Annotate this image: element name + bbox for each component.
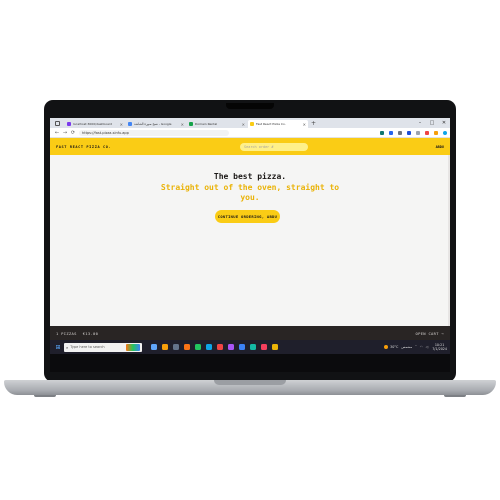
weather-text: مشمس [401,345,413,349]
browser-tab[interactable]: Domain Rental ✕ [187,120,247,128]
extensions-area [375,130,447,135]
laptop-screen: localhost:3000/dashboard ✕ نسخ صورة الشا… [50,118,450,372]
screen-bezel-bottom [50,354,450,372]
username: ABDU [435,144,444,149]
browser-tab[interactable]: localhost:3000/dashboard ✕ [65,120,125,128]
tab-label: نسخ صورة الشاشة - Google [134,122,172,126]
clock-date: 7/1/2024 [432,347,447,351]
task-view-icon[interactable] [151,344,157,350]
taskbar-app-icon[interactable] [228,344,234,350]
hero-subtitle: Straight out of the oven, straight to yo… [160,183,340,202]
url-input[interactable]: https://fast-pizza-sinfu.app [79,129,229,136]
extension-icon[interactable] [425,130,429,135]
search-highlight-icon [126,343,140,351]
tab-favicon-icon [250,122,254,126]
taskbar-app-icon[interactable] [184,344,190,350]
windows-start-icon[interactable]: ⊞ [53,344,63,351]
extension-icon[interactable] [434,130,438,135]
tab-close-icon[interactable]: ✕ [181,122,184,127]
tab-close-icon[interactable]: ✕ [120,122,123,127]
hero-title: The best pizza. [213,172,287,181]
laptop-foot [444,395,466,397]
search-placeholder: Search order # [244,144,274,149]
tab-label: localhost:3000/dashboard [73,122,112,126]
wifi-icon[interactable]: ◠ [420,345,423,349]
close-window-button[interactable]: ✕ [438,120,450,126]
app-header: FAST REACT PIZZA CO. Search order # ABDU [50,138,450,155]
laptop-foot [34,395,56,397]
taskbar-app-icon[interactable] [250,344,256,350]
search-order-input[interactable]: Search order # [240,142,308,151]
back-icon[interactable]: ← [53,130,61,136]
logo-link[interactable]: FAST REACT PIZZA CO. [56,145,111,149]
taskbar-app-icon[interactable] [217,344,223,350]
extension-icon[interactable] [398,130,402,135]
cart-total: €13.00 [82,330,99,336]
cart-overview: 1 PIZZAS €13.00 OPEN CART → [50,326,450,340]
taskbar-search-placeholder: Type here to search [70,345,105,349]
tab-actions-icon[interactable] [50,118,64,128]
taskbar-app-icon[interactable] [195,344,201,350]
taskbar-clock[interactable]: 10:21 7/1/2024 [432,343,447,351]
edge-browser-icon[interactable] [206,344,212,350]
vscode-icon[interactable] [239,344,245,350]
window-controls: – □ ✕ [414,118,450,128]
page-scrollbar[interactable] [448,155,450,326]
chrome-icon[interactable] [261,344,267,350]
tab-label: Fast React Pizza Co. [256,122,286,126]
camera-notch [226,103,274,109]
address-bar: ← → ⟳ https://fast-pizza-sinfu.app [50,128,450,138]
windows-taskbar: ⊞ ⌕ Type here to search 30°C مشمس ˄ ◠ ◁ … [50,340,450,354]
reload-icon[interactable]: ⟳ [69,130,77,136]
new-tab-button[interactable]: + [311,120,316,128]
cart-quantity: 1 PIZZAS [56,330,77,336]
forward-icon[interactable]: → [61,130,69,136]
chevron-up-icon[interactable]: ˄ [415,345,417,349]
weather-icon[interactable] [384,345,389,349]
weather-temp: 30°C [390,345,399,349]
profile-icon[interactable] [443,130,447,135]
system-tray: 30°C مشمس ˄ ◠ ◁ 10:21 7/1/2024 [384,343,447,351]
laptop-base-notch [214,380,286,385]
taskbar-app-icon[interactable] [272,344,278,350]
tab-favicon-icon [189,122,193,126]
extension-icon[interactable] [389,130,393,135]
home-main: The best pizza. Straight out of the oven… [50,155,450,326]
taskbar-search-input[interactable]: ⌕ Type here to search [64,342,142,352]
taskbar-apps [146,344,278,350]
open-cart-link[interactable]: OPEN CART → [416,331,444,336]
browser-tab[interactable]: نسخ صورة الشاشة - Google ✕ [126,120,186,128]
taskbar-app-icon[interactable] [173,344,179,350]
tab-label: Domain Rental [195,122,218,126]
maximize-button[interactable]: □ [426,120,438,126]
tab-close-icon[interactable]: ✕ [242,122,245,127]
browser-tab-active[interactable]: Fast React Pizza Co. ✕ [248,120,308,128]
extension-icon[interactable] [416,130,420,135]
extension-icon[interactable] [380,130,384,135]
file-explorer-icon[interactable] [162,344,168,350]
extension-icon[interactable] [407,130,411,135]
tab-favicon-icon [128,122,132,126]
tab-close-icon[interactable]: ✕ [303,122,306,127]
volume-icon[interactable]: ◁ [426,345,429,349]
continue-ordering-button[interactable]: CONTINUE ORDERING, ABDU [215,210,280,223]
url-text: https://fast-pizza-sinfu.app [82,130,129,135]
minimize-button[interactable]: – [414,120,426,126]
search-icon: ⌕ [66,344,69,350]
tab-favicon-icon [67,122,71,126]
browser-tab-strip: localhost:3000/dashboard ✕ نسخ صورة الشا… [50,118,450,128]
